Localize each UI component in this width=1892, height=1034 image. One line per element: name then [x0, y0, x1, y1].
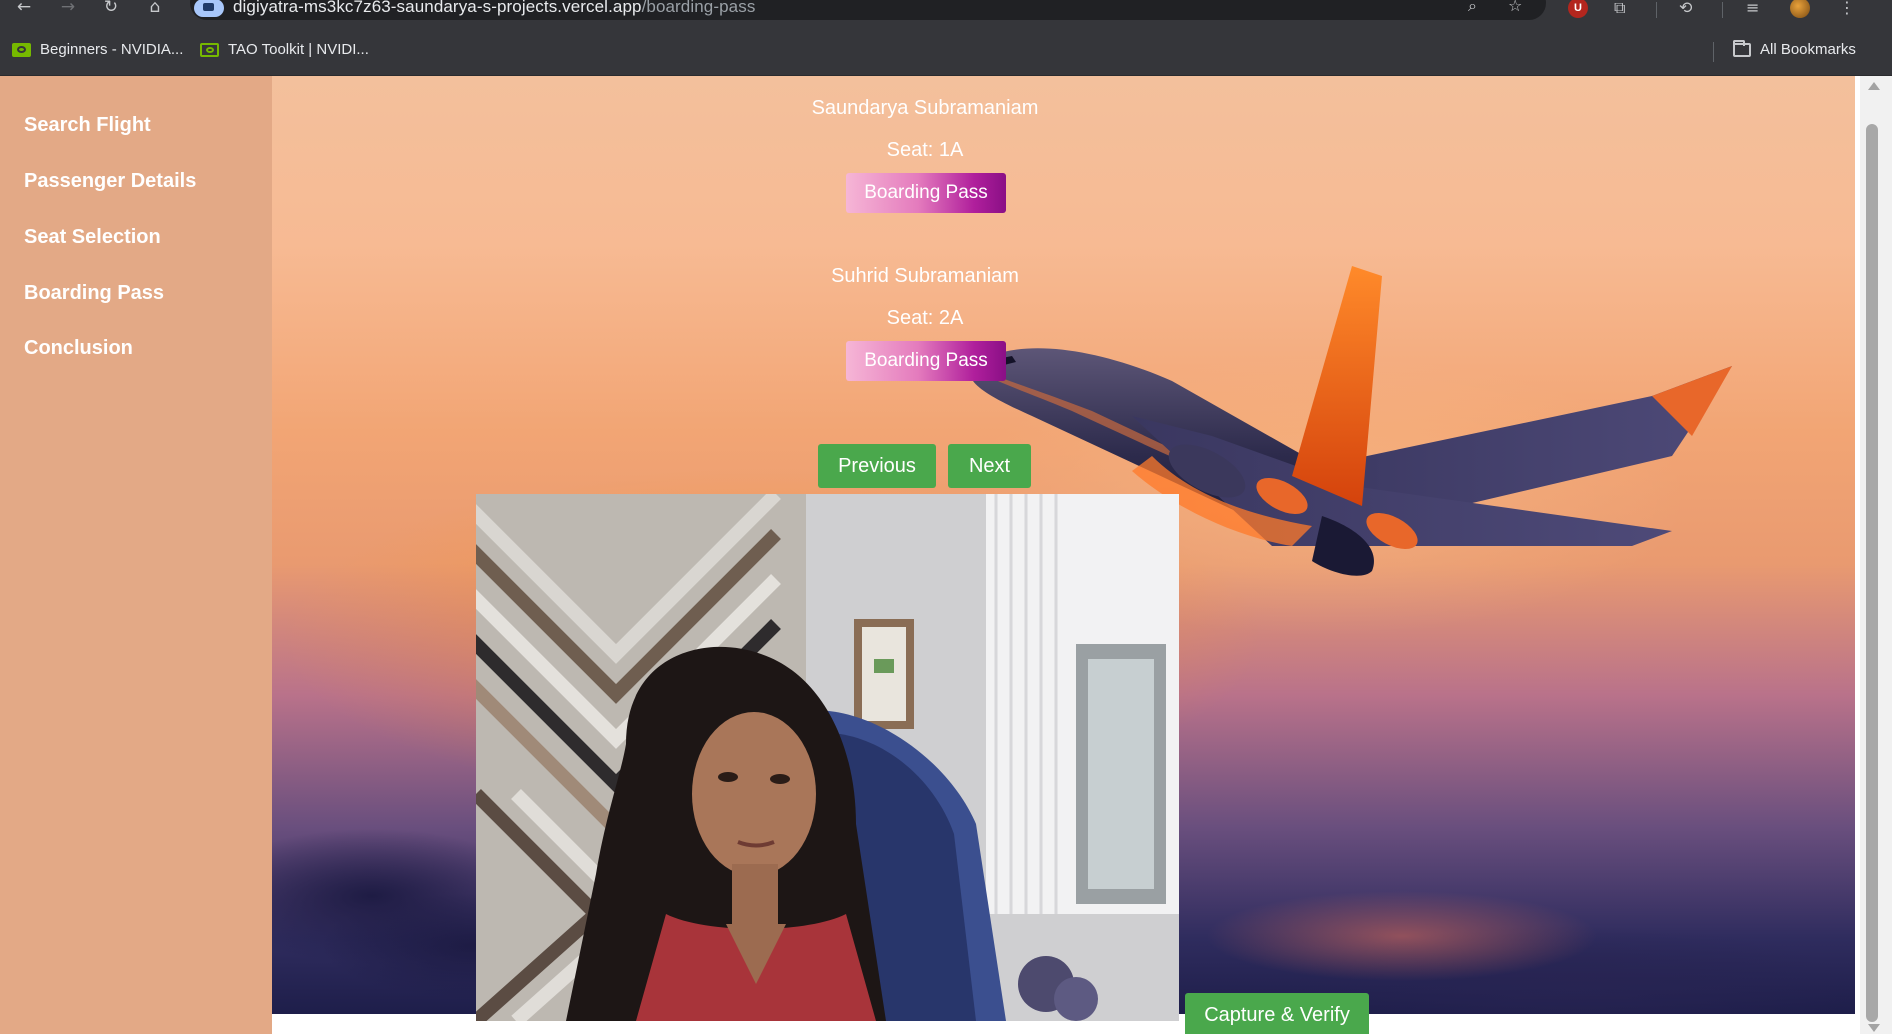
folder-icon [1733, 39, 1751, 57]
scroll-thumb[interactable] [1866, 124, 1878, 1022]
site-info-icon[interactable] [194, 0, 224, 17]
sidebar-item-conclusion[interactable]: Conclusion [24, 336, 133, 360]
toolbar-divider [1656, 2, 1657, 18]
url-text[interactable]: digiyatra-ms3kc7z63-saundarya-s-projects… [233, 0, 755, 15]
bookmark-item[interactable]: TAO Toolkit | NVIDI... [200, 41, 369, 58]
nvidia-icon [12, 42, 31, 57]
passenger-seat: Seat: 2A [886, 307, 964, 329]
page-viewport: Search Flight Passenger Details Seat Sel… [0, 76, 1860, 1034]
page-scrollbar[interactable] [1860, 76, 1892, 1034]
ublock-extension-icon[interactable]: U [1568, 0, 1588, 18]
sidebar-item-boarding-pass[interactable]: Boarding Pass [24, 281, 164, 305]
boarding-pass-button[interactable]: Boarding Pass [846, 341, 1006, 381]
passenger-name: Suhrid Subramaniam [831, 265, 1019, 287]
sidebar-item-seat-selection[interactable]: Seat Selection [24, 225, 161, 249]
next-button[interactable]: Next [948, 444, 1031, 488]
url-path: /boarding-pass [641, 0, 756, 16]
previous-button[interactable]: Previous [818, 444, 936, 488]
sidebar-item-search-flight[interactable]: Search Flight [24, 113, 151, 137]
webcam-feed [476, 494, 1179, 1021]
history-icon[interactable]: ⟲ [1679, 0, 1692, 18]
bookmarks-divider [1713, 42, 1714, 62]
passenger-name: Saundarya Subramaniam [811, 97, 1039, 119]
passenger-seat: Seat: 1A [886, 139, 964, 161]
back-arrow-icon[interactable]: ← [12, 0, 36, 18]
scroll-down-arrow-icon[interactable] [1868, 1024, 1880, 1032]
bookmark-label: Beginners - NVIDIA... [40, 41, 184, 58]
url-host: digiyatra-ms3kc7z63-saundarya-s-projects… [233, 0, 642, 16]
profile-avatar-icon[interactable] [1790, 0, 1810, 18]
extensions-puzzle-icon[interactable]: ⧉ [1614, 0, 1625, 18]
bookmark-label: TAO Toolkit | NVIDI... [228, 41, 369, 58]
address-bar[interactable]: digiyatra-ms3kc7z63-saundarya-s-projects… [190, 0, 1546, 20]
toolbar-divider [1722, 2, 1723, 18]
all-bookmarks-button[interactable]: All Bookmarks [1733, 39, 1856, 58]
media-controls-icon[interactable]: ≡ [1746, 0, 1759, 18]
home-icon[interactable]: ⌂ [143, 0, 167, 18]
sidebar: Search Flight Passenger Details Seat Sel… [0, 76, 272, 1034]
sidebar-item-passenger-details[interactable]: Passenger Details [24, 169, 196, 193]
bookmarks-bar: Beginners - NVIDIA... TAO Toolkit | NVID… [0, 24, 1892, 76]
zoom-icon[interactable]: ⌕ [1468, 0, 1477, 14]
nvidia-icon [200, 42, 219, 57]
all-bookmarks-label: All Bookmarks [1760, 41, 1856, 58]
forward-arrow-icon[interactable]: → [56, 0, 80, 18]
capture-verify-button[interactable]: Capture & Verify [1185, 993, 1369, 1034]
browser-toolbar: ← → ↻ ⌂ digiyatra-ms3kc7z63-saundarya-s-… [0, 0, 1892, 24]
kebab-menu-icon[interactable]: ⋮ [1839, 0, 1855, 18]
extension-badge-text: U [1574, 2, 1582, 14]
boarding-pass-button[interactable]: Boarding Pass [846, 173, 1006, 213]
reload-icon[interactable]: ↻ [99, 0, 123, 18]
webcam-image [476, 494, 1179, 1021]
bookmark-item[interactable]: Beginners - NVIDIA... [12, 41, 183, 58]
star-icon[interactable]: ☆ [1508, 0, 1522, 14]
scroll-up-arrow-icon[interactable] [1868, 82, 1880, 90]
